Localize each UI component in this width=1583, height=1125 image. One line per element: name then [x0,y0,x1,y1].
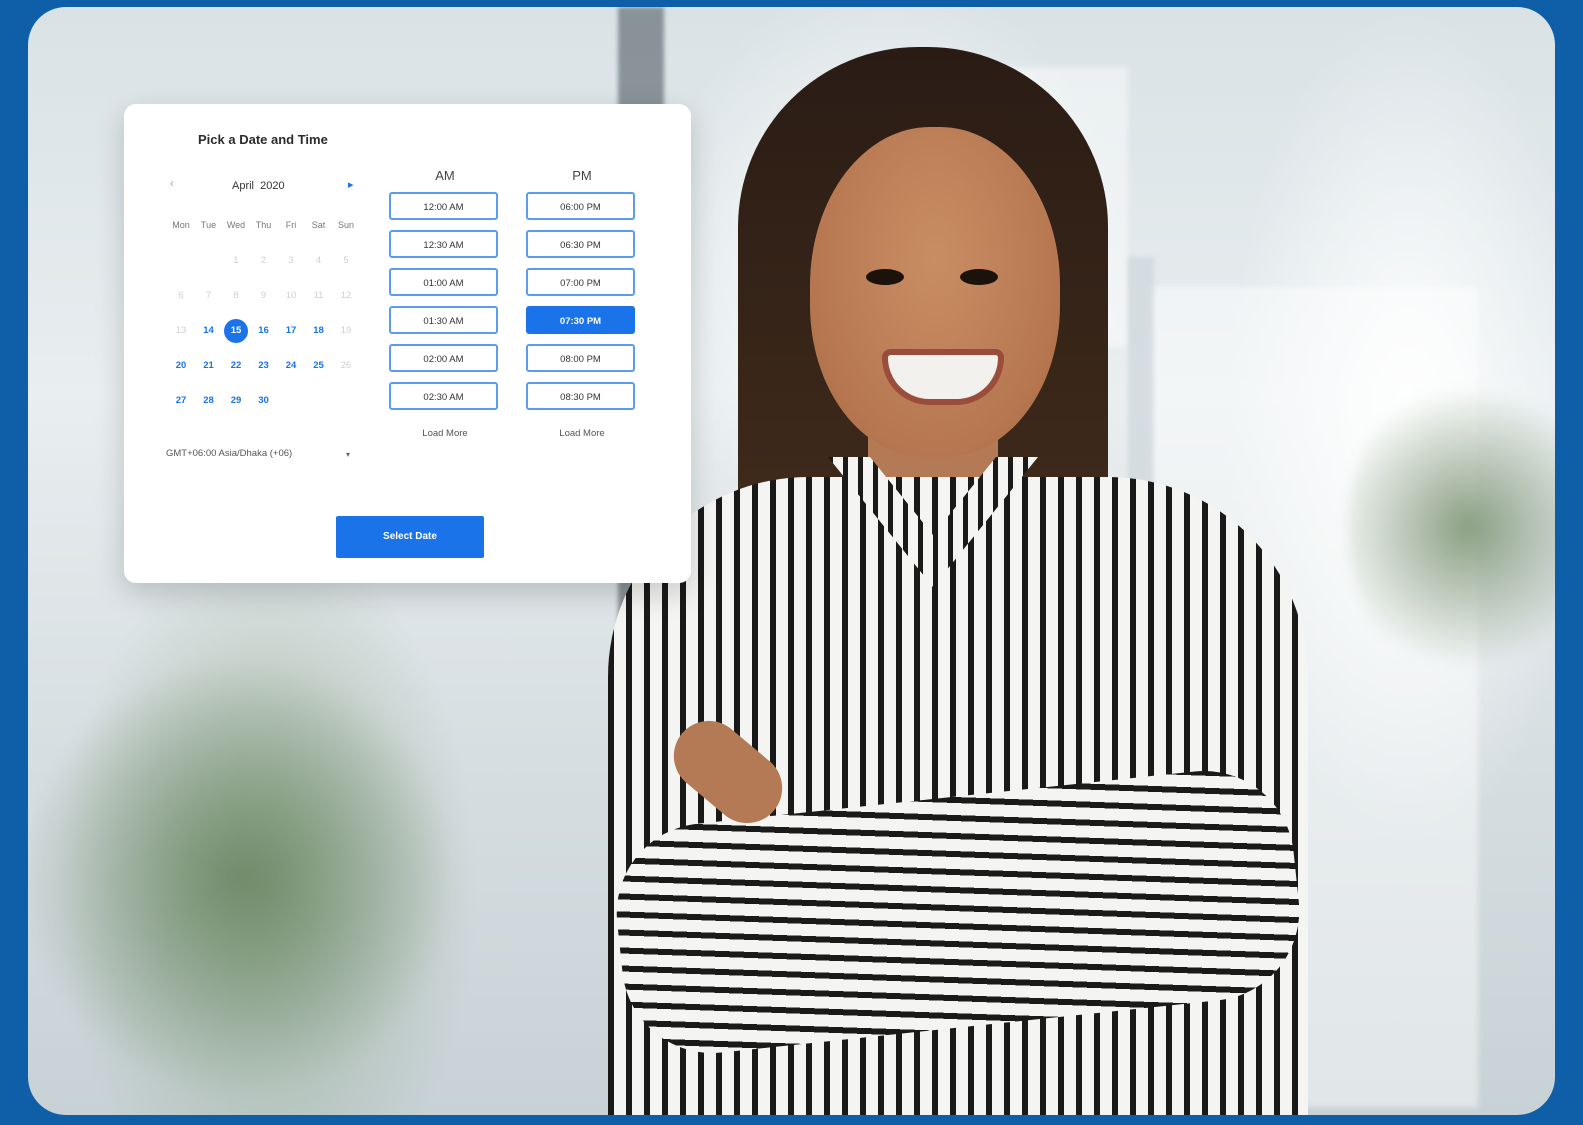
face [810,127,1060,457]
calendar-day: 2 [260,255,267,266]
pm-time-slot[interactable]: 07:00 PM [526,268,635,296]
calendar-day: 7 [205,290,212,301]
calendar-month-label: April 2020 [232,180,285,192]
pm-time-slot[interactable]: 07:30 PM [526,306,635,334]
smile [882,349,1004,405]
pm-time-slot[interactable]: 08:00 PM [526,344,635,372]
am-time-slot[interactable]: 12:30 AM [389,230,498,258]
am-time-slot[interactable]: 01:30 AM [389,306,498,334]
weekday-label: Fri [285,220,297,230]
weekday-label: Wed [226,220,246,230]
calendar-day[interactable]: 17 [278,320,304,342]
timezone-select[interactable]: GMT+06:00 Asia/Dhaka (+06) [166,448,356,459]
calendar-day[interactable]: 25 [306,355,332,377]
calendar-day: 8 [233,290,239,301]
select-date-button[interactable]: Select Date [336,516,484,558]
am-column-header: AM [435,168,455,183]
calendar-day: 13 [175,325,187,336]
calendar-day: 9 [260,290,267,301]
pm-load-more-link[interactable]: Load More [526,428,638,439]
calendar-day[interactable]: 18 [306,320,332,342]
office-plant [28,647,448,1107]
calendar-day[interactable]: 16 [251,320,277,342]
calendar-day[interactable]: 20 [168,355,194,377]
chevron-right-icon[interactable]: ▸ [348,178,354,191]
calendar-day: 3 [288,255,294,266]
am-time-slot[interactable]: 02:00 AM [389,344,498,372]
left-eye [866,269,904,285]
am-time-slot[interactable]: 12:00 AM [389,192,498,220]
calendar-day[interactable]: 23 [251,355,277,377]
calendar-day[interactable]: 22 [223,355,249,377]
weekday-label: Sun [337,220,354,230]
calendar-header: ‹ April 2020 ▸ [170,178,360,196]
calendar-day: 4 [315,255,322,266]
am-time-slot[interactable]: 02:30 AM [389,382,498,410]
calendar-day[interactable]: 27 [168,390,194,412]
month-name: April [232,180,255,192]
smiling-woman [588,37,1348,1115]
calendar-day[interactable]: 30 [251,390,277,412]
scheduler-title: Pick a Date and Time [198,132,328,147]
weekday-label: Mon [172,220,190,230]
chevron-down-icon[interactable]: ▾ [346,450,350,459]
calendar-day[interactable]: 28 [196,390,222,412]
am-time-slot[interactable]: 01:00 AM [389,268,498,296]
scheduler-card: Pick a Date and Time ‹ April 2020 ▸ Mon T… [124,104,691,583]
calendar-day[interactable]: 21 [196,355,222,377]
calendar-day[interactable]: 29 [223,390,249,412]
right-eye [960,269,998,285]
am-load-more-link[interactable]: Load More [389,428,501,439]
calendar-day: 26 [340,360,352,371]
calendar-day-selected[interactable]: 15 [224,319,248,343]
calendar-day: 10 [285,290,297,301]
weekday-label: Tue [200,220,217,230]
calendar-day: 11 [313,290,324,301]
calendar-day[interactable]: 14 [196,320,222,342]
calendar-day: 5 [343,255,349,266]
calendar-day[interactable]: 24 [278,355,304,377]
pm-time-slot[interactable]: 08:30 PM [526,382,635,410]
weekday-label: Sat [311,220,326,230]
calendar-day: 1 [233,255,239,266]
year: 2020 [260,180,285,192]
pm-column-header: PM [572,168,592,183]
pm-time-slot[interactable]: 06:00 PM [526,192,635,220]
calendar-day: 19 [340,325,352,336]
weekday-label: Thu [255,220,272,230]
calendar-day: 12 [340,290,352,301]
chevron-left-icon[interactable]: ‹ [170,178,174,190]
calendar-day: 6 [178,290,184,301]
pm-time-slot[interactable]: 06:30 PM [526,230,635,258]
